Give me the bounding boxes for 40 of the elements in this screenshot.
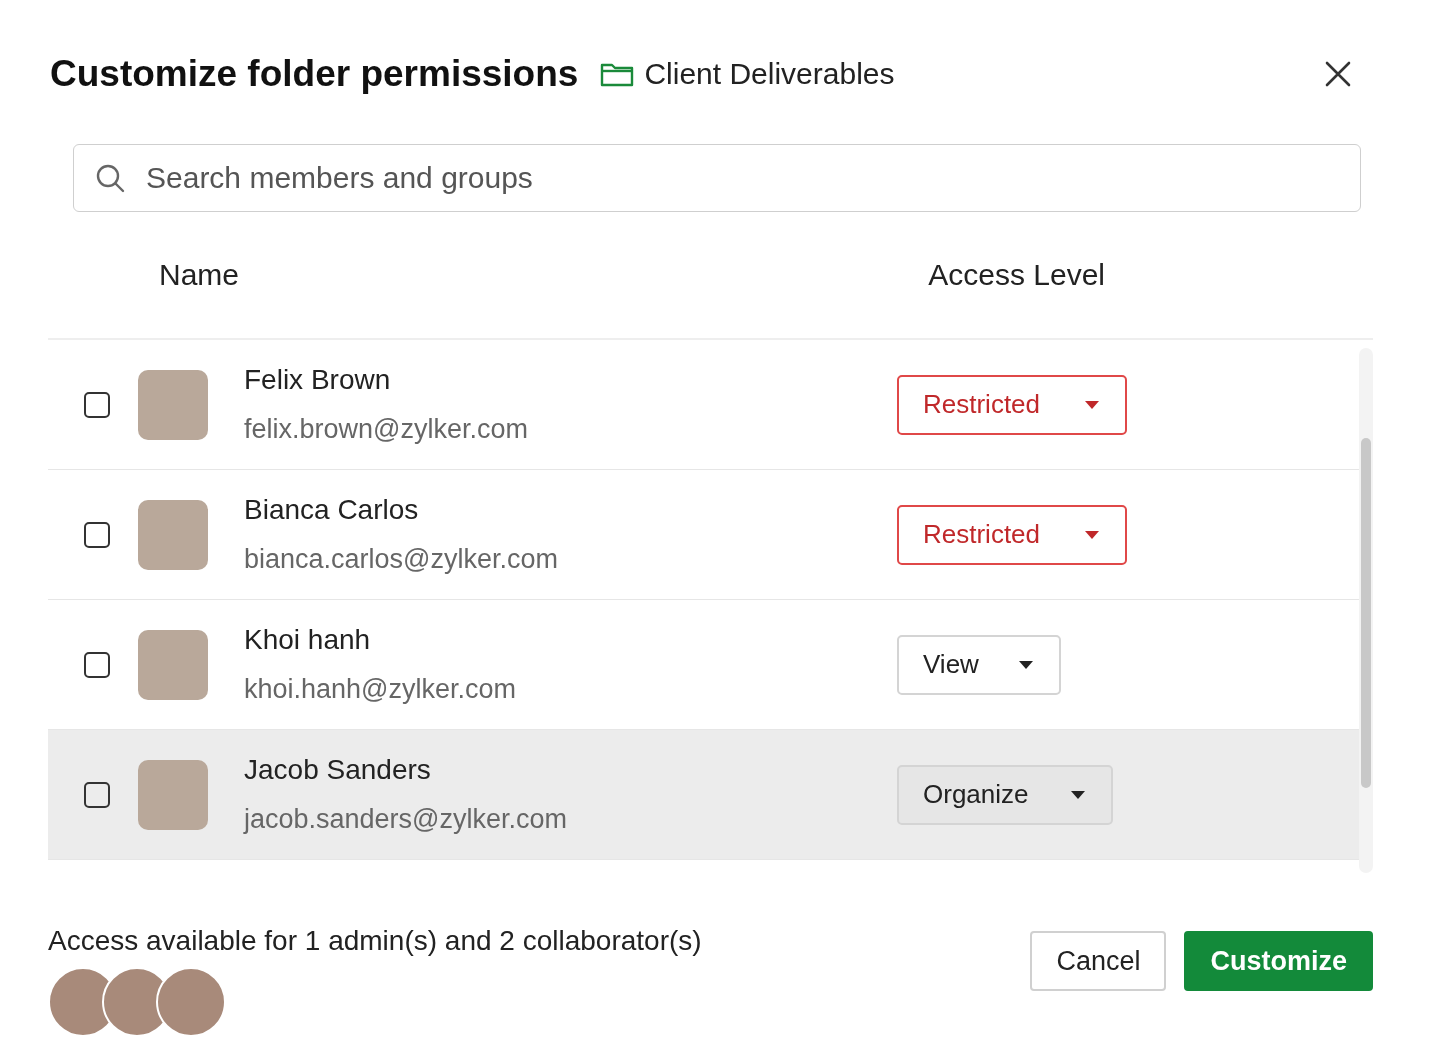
checkbox[interactable] (84, 391, 110, 418)
member-email: khoi.hanh@zylker.com (244, 674, 517, 705)
scrollbar-thumb[interactable] (1361, 438, 1371, 788)
member-row[interactable]: Bianca Carlos bianca.carlos@zylker.com Restricted (48, 470, 1359, 600)
column-header: Access Level (928, 258, 1105, 292)
column-header: Name (159, 258, 240, 292)
access-dropdown[interactable]: Restricted (897, 374, 1127, 435)
member-email: felix.brown@zylker.com (244, 414, 528, 445)
access-dropdown[interactable]: View (897, 634, 1061, 695)
access-dropdown[interactable]: Restricted (897, 504, 1127, 565)
search-field[interactable]: Search members and groups (73, 144, 1361, 212)
caret-icon (1085, 400, 1099, 409)
photo-placeholder (138, 499, 208, 570)
member-row[interactable]: Khoi hanh khoi.hanh@zylker.com View (48, 600, 1359, 730)
member-name: Felix Brown (244, 364, 392, 396)
member-row[interactable]: Jacob Sanders jacob.sanders@zylker.com Organize (48, 730, 1359, 860)
caret-icon (1085, 530, 1099, 539)
access-summary: Access available for 1 admin(s) and 2 collaborator(s) (48, 925, 702, 956)
folder-icon (600, 61, 635, 87)
photo-placeholder (138, 629, 208, 700)
access-dropdown[interactable]: Organize (897, 764, 1113, 825)
member-row[interactable]: Felix Brown felix.brown@zylker.com Restricted (48, 340, 1359, 470)
member-name: Khoi hanh (244, 624, 372, 656)
member-name: Bianca Carlos (244, 494, 420, 526)
cancel-button[interactable]: Cancel (1030, 931, 1167, 991)
search-icon (95, 163, 125, 193)
checkbox[interactable] (84, 521, 110, 548)
dialog-title: Customize folder permissions (50, 53, 579, 95)
close-icon[interactable] (1325, 61, 1351, 87)
folder-name: Client Deliverables (644, 57, 895, 91)
member-name: Jacob Sanders (244, 754, 432, 786)
photo-placeholder (138, 759, 208, 830)
checkbox[interactable] (84, 781, 110, 808)
customize-button[interactable]: Customize (1184, 931, 1373, 991)
checkbox[interactable] (84, 651, 110, 678)
member-email: bianca.carlos@zylker.com (244, 544, 559, 575)
caret-icon (1019, 660, 1033, 669)
photo-placeholder (138, 369, 208, 440)
caret-icon (1071, 790, 1085, 799)
member-email: jacob.sanders@zylker.com (244, 804, 568, 835)
